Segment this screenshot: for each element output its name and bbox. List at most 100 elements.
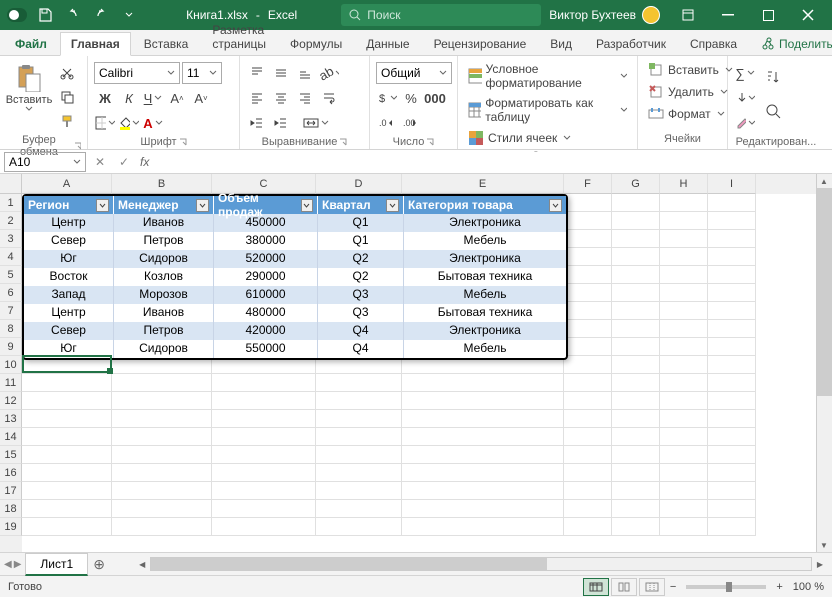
cell[interactable] <box>564 212 612 230</box>
cell[interactable] <box>212 446 316 464</box>
align-left-icon[interactable] <box>246 87 268 109</box>
row-header[interactable]: 7 <box>0 302 22 320</box>
cell[interactable] <box>612 212 660 230</box>
cell[interactable] <box>564 518 612 536</box>
cell[interactable] <box>564 374 612 392</box>
table-cell[interactable]: Бытовая техника <box>404 268 566 286</box>
share-button[interactable]: Поделиться <box>750 32 832 55</box>
name-box[interactable]: A10 <box>4 152 86 172</box>
table-cell[interactable]: Q2 <box>318 250 404 268</box>
cell[interactable] <box>22 392 112 410</box>
table-cell[interactable]: Иванов <box>114 214 214 232</box>
next-sheet-icon[interactable]: ▶ <box>14 559 22 570</box>
row-header[interactable]: 3 <box>0 230 22 248</box>
font-size-combo[interactable]: 11 <box>182 62 222 84</box>
cell[interactable] <box>708 320 756 338</box>
cell[interactable] <box>402 482 564 500</box>
column-header[interactable]: A <box>22 174 112 194</box>
cell[interactable] <box>612 428 660 446</box>
table-cell[interactable]: Электроника <box>404 250 566 268</box>
cell[interactable] <box>708 446 756 464</box>
cell[interactable] <box>708 410 756 428</box>
cell[interactable] <box>708 212 756 230</box>
table-cell[interactable]: 420000 <box>214 322 318 340</box>
cell[interactable] <box>612 356 660 374</box>
cell[interactable] <box>316 500 402 518</box>
cell[interactable] <box>612 248 660 266</box>
cell[interactable] <box>612 320 660 338</box>
cell[interactable] <box>708 356 756 374</box>
cell[interactable] <box>564 356 612 374</box>
cell[interactable] <box>112 446 212 464</box>
row-header[interactable]: 6 <box>0 284 22 302</box>
table-cell[interactable]: Мебель <box>404 286 566 304</box>
cell[interactable] <box>112 392 212 410</box>
table-cell[interactable]: Q4 <box>318 340 404 358</box>
fill-icon[interactable] <box>734 87 756 109</box>
cell[interactable] <box>316 518 402 536</box>
cell[interactable] <box>612 338 660 356</box>
table-cell[interactable]: 480000 <box>214 304 318 322</box>
font-color-icon[interactable]: A <box>142 112 164 134</box>
cell[interactable] <box>708 392 756 410</box>
cell[interactable] <box>112 500 212 518</box>
percent-icon[interactable]: % <box>400 87 422 109</box>
cell[interactable] <box>212 464 316 482</box>
cell[interactable] <box>660 410 708 428</box>
cell[interactable] <box>660 248 708 266</box>
zoom-in-icon[interactable]: + <box>776 581 782 593</box>
cell[interactable] <box>564 266 612 284</box>
table-cell[interactable]: Север <box>24 322 114 340</box>
page-layout-view-icon[interactable] <box>611 578 637 596</box>
cell[interactable] <box>612 410 660 428</box>
cell[interactable] <box>212 482 316 500</box>
cell[interactable] <box>708 248 756 266</box>
table-cell[interactable]: Иванов <box>114 304 214 322</box>
cell[interactable] <box>564 392 612 410</box>
table-cell[interactable]: 450000 <box>214 214 318 232</box>
number-format-combo[interactable]: Общий <box>376 62 452 84</box>
save-icon[interactable] <box>32 2 58 28</box>
cell[interactable] <box>660 266 708 284</box>
cell[interactable] <box>660 356 708 374</box>
search-box[interactable]: Поиск <box>341 4 541 26</box>
cell[interactable] <box>402 446 564 464</box>
tab-insert[interactable]: Вставка <box>133 32 200 55</box>
fill-color-icon[interactable] <box>118 112 140 134</box>
row-header[interactable]: 18 <box>0 500 22 518</box>
cell[interactable] <box>22 464 112 482</box>
tab-formulas[interactable]: Формулы <box>279 32 353 55</box>
table-cell[interactable]: Сидоров <box>114 340 214 358</box>
merge-center-icon[interactable] <box>294 112 338 134</box>
table-cell[interactable]: Центр <box>24 304 114 322</box>
cell[interactable] <box>612 518 660 536</box>
filter-dropdown-icon[interactable] <box>301 199 313 212</box>
cell[interactable] <box>22 374 112 392</box>
table-cell[interactable]: Петров <box>114 232 214 250</box>
cell[interactable] <box>708 518 756 536</box>
paste-button[interactable]: Вставить <box>6 58 52 112</box>
cell[interactable] <box>708 338 756 356</box>
row-header[interactable]: 12 <box>0 392 22 410</box>
tab-help[interactable]: Справка <box>679 32 748 55</box>
cell[interactable] <box>660 320 708 338</box>
cell[interactable] <box>612 284 660 302</box>
cell[interactable] <box>564 446 612 464</box>
cell[interactable] <box>708 302 756 320</box>
cell[interactable] <box>612 266 660 284</box>
cell[interactable] <box>564 464 612 482</box>
row-header[interactable]: 16 <box>0 464 22 482</box>
page-break-view-icon[interactable] <box>639 578 665 596</box>
table-cell[interactable]: Мебель <box>404 340 566 358</box>
cell[interactable] <box>612 446 660 464</box>
cell[interactable] <box>660 212 708 230</box>
cell[interactable] <box>212 518 316 536</box>
cell[interactable] <box>612 482 660 500</box>
cell[interactable] <box>564 320 612 338</box>
increase-font-icon[interactable]: A˄ <box>166 87 188 109</box>
ribbon-display-icon[interactable] <box>668 0 708 30</box>
cell[interactable] <box>112 518 212 536</box>
find-select-icon[interactable] <box>760 98 788 126</box>
row-header[interactable]: 19 <box>0 518 22 536</box>
cell[interactable] <box>708 284 756 302</box>
